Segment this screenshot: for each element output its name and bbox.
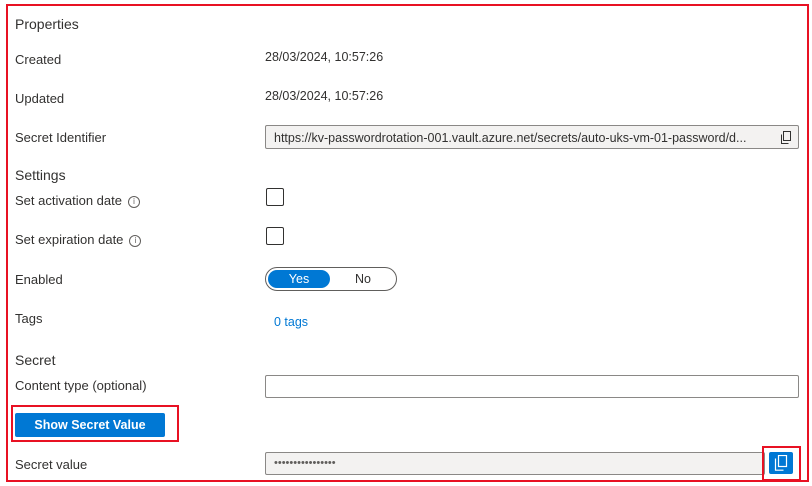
enabled-label: Enabled bbox=[15, 272, 63, 287]
updated-value: 28/03/2024, 10:57:26 bbox=[265, 89, 384, 103]
section-title-properties: Properties bbox=[15, 16, 79, 32]
content-type-input[interactable] bbox=[265, 375, 799, 398]
show-secret-value-button[interactable]: Show Secret Value bbox=[15, 413, 165, 437]
copy-secret-value-button[interactable] bbox=[769, 452, 793, 474]
copy-icon bbox=[774, 454, 788, 474]
activation-date-label: Set activation date bbox=[15, 193, 122, 208]
expiration-date-checkbox[interactable] bbox=[266, 227, 284, 245]
activation-date-row-label: Set activation date i bbox=[15, 193, 140, 208]
updated-label: Updated bbox=[15, 91, 65, 106]
created-value: 28/03/2024, 10:57:26 bbox=[265, 50, 384, 64]
expiration-date-label: Set expiration date bbox=[15, 232, 124, 247]
secret-value-label: Secret value bbox=[15, 457, 88, 472]
secret-value-masked: •••••••••••••••• bbox=[274, 457, 336, 469]
secret-identifier-text: https://kv-passwordrotation-001.vault.az… bbox=[274, 131, 747, 145]
secret-value-field[interactable]: •••••••••••••••• bbox=[265, 452, 765, 475]
tags-label: Tags bbox=[15, 311, 43, 326]
secret-identifier-field[interactable]: https://kv-passwordrotation-001.vault.az… bbox=[265, 125, 799, 149]
enabled-yes-option[interactable]: Yes bbox=[268, 270, 330, 288]
secret-identifier-label: Secret Identifier bbox=[15, 130, 107, 145]
enabled-no-option[interactable]: No bbox=[332, 270, 394, 288]
info-icon[interactable]: i bbox=[129, 234, 142, 247]
created-label: Created bbox=[15, 52, 62, 67]
copy-icon[interactable] bbox=[780, 131, 792, 147]
tags-link[interactable]: 0 tags bbox=[274, 315, 308, 329]
section-title-settings: Settings bbox=[15, 167, 66, 183]
content-type-label: Content type (optional) bbox=[15, 378, 147, 393]
section-title-secret: Secret bbox=[15, 352, 56, 368]
activation-date-checkbox[interactable] bbox=[266, 188, 284, 206]
expiration-date-row-label: Set expiration date i bbox=[15, 232, 142, 247]
info-icon[interactable]: i bbox=[127, 195, 140, 208]
enabled-toggle[interactable]: Yes No bbox=[265, 267, 397, 291]
